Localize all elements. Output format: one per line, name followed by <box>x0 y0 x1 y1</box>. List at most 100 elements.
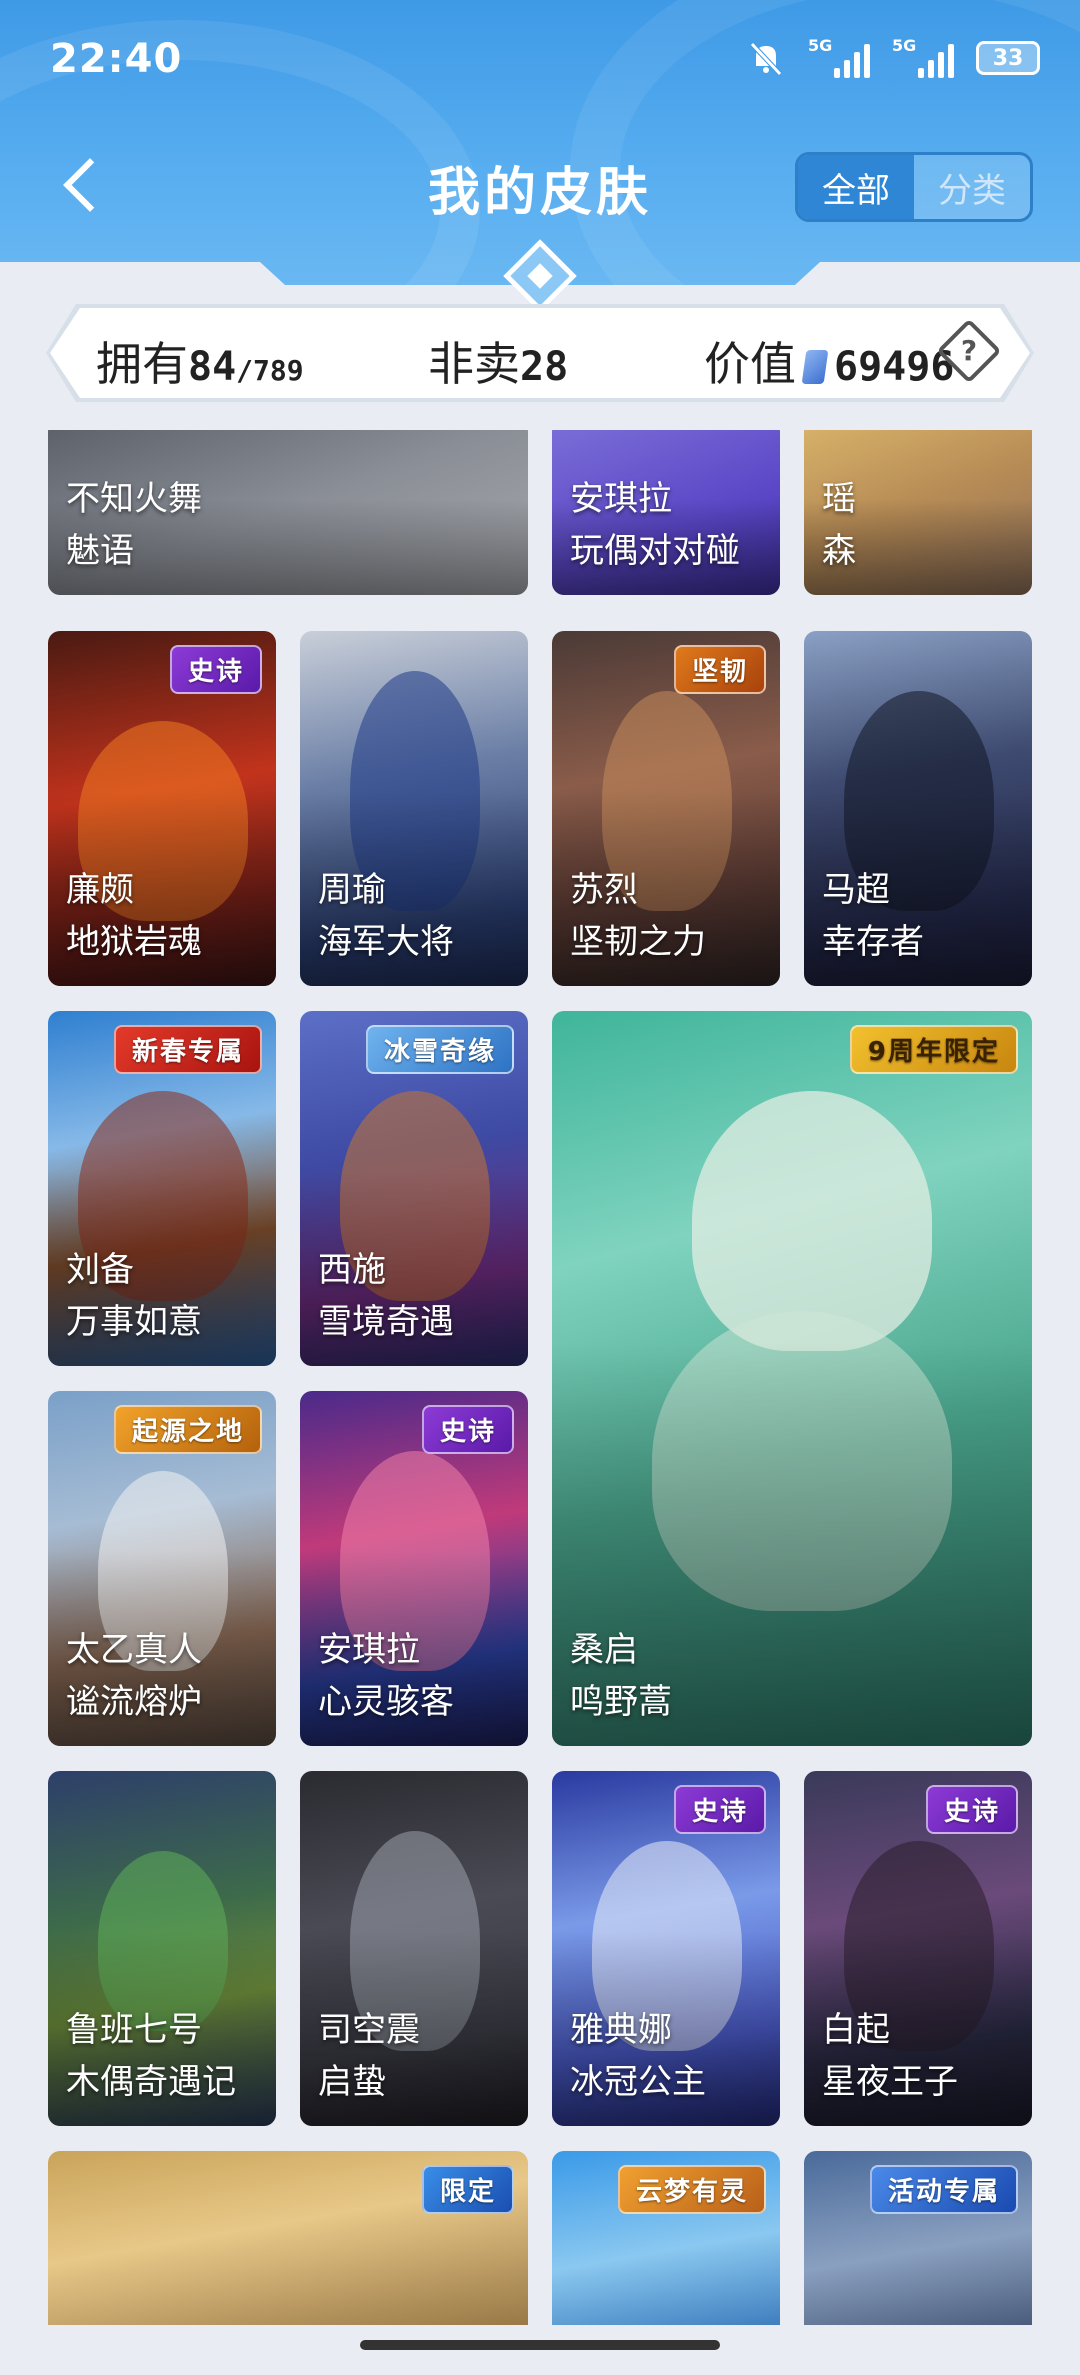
card-text: 刘备 万事如意 <box>66 1244 202 1348</box>
rarity-badge: 坚韧 <box>673 645 766 694</box>
notsale-stat: 非卖28 <box>428 328 568 394</box>
status-icons: 5G 5G 33 <box>746 36 1040 78</box>
card-text: 西施 雪境奇遇 <box>318 1244 454 1348</box>
skin-name: 坚韧之力 <box>570 922 706 962</box>
owned-stat: 拥有84/789 <box>96 328 304 394</box>
value-stat: 价值 69496 <box>704 328 954 394</box>
view-toggle: 全部 分类 <box>795 152 1033 222</box>
hero-name: 马超 <box>822 870 890 910</box>
skin-name: 幸存者 <box>822 922 924 962</box>
rarity-badge: 9周年限定 <box>849 1025 1018 1074</box>
skin-name: 星夜王子 <box>822 2062 958 2102</box>
value-label: 价值 <box>704 337 796 391</box>
skin-card[interactable]: 限定 <box>48 2151 528 2325</box>
battery-icon: 33 <box>976 41 1040 75</box>
card-text: 安琪拉 玩偶对对碰 <box>570 473 740 577</box>
hero-name: 廉颇 <box>66 870 134 910</box>
card-text: 瑶森 <box>822 473 856 577</box>
rarity-badge: 史诗 <box>925 1785 1018 1834</box>
skin-card[interactable]: 司空震 启蛰 <box>300 1771 528 2126</box>
stats-bar: 拥有84/789 非卖28 价值 69496 ? <box>50 308 1030 398</box>
hero-name: 鲁班七号 <box>66 2010 202 2050</box>
skin-card[interactable]: 周瑜 海军大将 <box>300 631 528 986</box>
skin-card[interactable]: 不知火舞 魅语 <box>48 430 528 595</box>
rarity-badge: 新春专属 <box>113 1025 262 1074</box>
skin-card[interactable]: 瑶森 <box>804 430 1032 595</box>
skin-card[interactable]: 活动专属 <box>804 2151 1032 2325</box>
value-amount: 69496 <box>834 344 955 390</box>
rarity-badge: 云梦有灵 <box>617 2165 766 2214</box>
home-indicator[interactable] <box>360 2340 720 2350</box>
tab-category[interactable]: 分类 <box>914 155 1030 219</box>
skin-card[interactable]: 坚韧 苏烈坚韧之力 <box>552 631 780 986</box>
tab-all[interactable]: 全部 <box>798 155 914 219</box>
owned-count: 84 <box>188 344 237 390</box>
skin-card[interactable]: 冰雪奇缘 西施雪境奇遇 <box>300 1011 528 1366</box>
help-mark: ? <box>960 334 978 367</box>
skin-card[interactable]: 云梦有灵 <box>552 2151 780 2325</box>
hero-name: 安琪拉 <box>570 479 672 519</box>
card-text: 雅典娜 冰冠公主 <box>570 2004 706 2108</box>
total-count: /789 <box>236 354 304 387</box>
skin-name: 海军大将 <box>318 922 454 962</box>
skin-card[interactable]: 新春专属 刘备万事如意 <box>48 1011 276 1366</box>
skin-name: 鸣野蒿 <box>570 1682 672 1722</box>
skin-name: 地狱岩魂 <box>66 922 202 962</box>
crystal-icon <box>801 350 829 384</box>
hero-name: 司空震 <box>318 2010 420 2050</box>
card-text: 白起 星夜王子 <box>822 2004 958 2108</box>
rarity-badge: 史诗 <box>169 645 262 694</box>
hero-name: 不知火舞 <box>66 479 202 519</box>
card-text: 安琪拉 心灵骇客 <box>318 1624 454 1728</box>
card-text: 马超 幸存者 <box>822 864 924 968</box>
rarity-badge: 史诗 <box>673 1785 766 1834</box>
signal-icon: 5G <box>808 36 870 78</box>
skin-grid[interactable]: 不知火舞 魅语 安琪拉 玩偶对对碰 瑶森 史诗 廉颇 地狱岩魂 周瑜 海军大将 坚韧 苏… <box>0 430 1080 2325</box>
card-text: 太乙真人 谧流熔炉 <box>66 1624 202 1728</box>
notsale-count: 28 <box>520 344 569 390</box>
skin-card[interactable]: 安琪拉 玩偶对对碰 <box>552 430 780 595</box>
signal-type: 5G <box>808 36 833 55</box>
rarity-badge: 冰雪奇缘 <box>365 1025 514 1074</box>
hero-name: 雅典娜 <box>570 2010 672 2050</box>
skin-card[interactable]: 鲁班七号 木偶奇遇记 <box>48 1771 276 2126</box>
hero-name: 桑启 <box>570 1630 638 1670</box>
rarity-badge: 活动专属 <box>869 2165 1018 2214</box>
signal-icon: 5G <box>892 36 954 78</box>
skin-card[interactable]: 史诗 安琪拉心灵骇客 <box>300 1391 528 1746</box>
mute-bell-icon <box>746 38 786 78</box>
skin-name: 木偶奇遇记 <box>66 2062 236 2102</box>
hero-name: 白起 <box>822 2010 890 2050</box>
rarity-badge: 起源之地 <box>113 1405 262 1454</box>
skin-name: 魅语 <box>66 531 134 571</box>
card-text: 司空震 启蛰 <box>318 2004 420 2108</box>
hero-name: 苏烈 <box>570 870 638 910</box>
rarity-badge: 史诗 <box>421 1405 514 1454</box>
skin-name: 雪境奇遇 <box>318 1302 454 1342</box>
skin-card[interactable]: 史诗 白起星夜王子 <box>804 1771 1032 2126</box>
card-text: 桑启 鸣野蒿 <box>570 1624 672 1728</box>
skin-name: 冰冠公主 <box>570 2062 706 2102</box>
card-text: 鲁班七号 木偶奇遇记 <box>66 2004 236 2108</box>
skin-name: 森 <box>822 531 856 571</box>
skin-card[interactable]: 起源之地 太乙真人 谧流熔炉 <box>48 1391 276 1746</box>
hero-name: 周瑜 <box>318 870 386 910</box>
skin-card[interactable]: 9周年限定 桑启鸣野蒿 <box>552 1011 1032 1746</box>
hero-name: 太乙真人 <box>66 1630 202 1670</box>
skin-card[interactable]: 史诗 雅典娜冰冠公主 <box>552 1771 780 2126</box>
hero-name: 西施 <box>318 1250 386 1290</box>
rarity-badge: 限定 <box>421 2165 514 2214</box>
skin-name: 启蛰 <box>318 2062 386 2102</box>
hero-name: 安琪拉 <box>318 1630 420 1670</box>
owned-label: 拥有 <box>96 337 188 391</box>
skin-card[interactable]: 史诗 廉颇地狱岩魂 <box>48 631 276 986</box>
skin-name: 玩偶对对碰 <box>570 531 740 571</box>
hero-name: 瑶 <box>822 479 856 519</box>
card-text: 不知火舞 魅语 <box>66 473 202 577</box>
skin-name: 万事如意 <box>66 1302 202 1342</box>
hero-name: 刘备 <box>66 1250 134 1290</box>
skin-name: 心灵骇客 <box>318 1682 454 1722</box>
skin-card[interactable]: 马超 幸存者 <box>804 631 1032 986</box>
card-text: 廉颇 地狱岩魂 <box>66 864 202 968</box>
status-time: 22:40 <box>50 36 183 82</box>
